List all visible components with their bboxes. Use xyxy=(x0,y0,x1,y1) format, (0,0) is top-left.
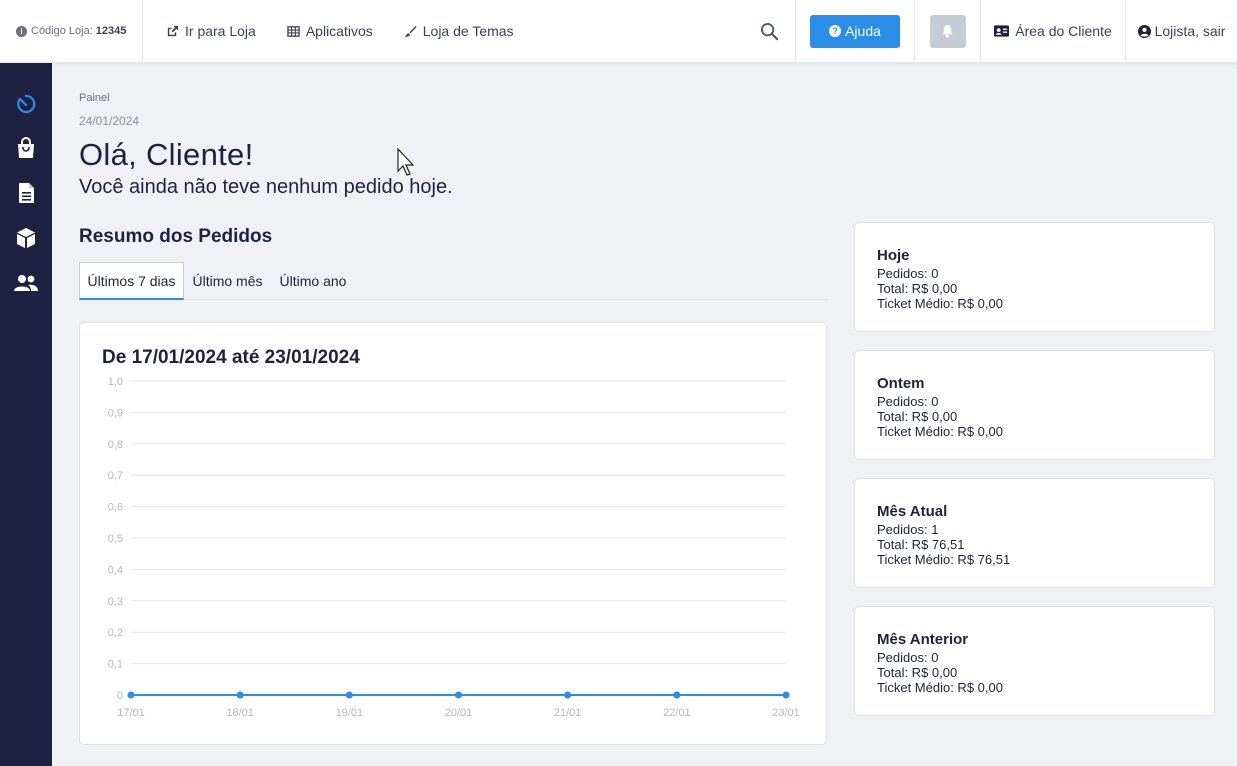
y-tick-label: 0,3 xyxy=(108,596,123,608)
stat-title: Ontem xyxy=(877,375,925,392)
data-point xyxy=(345,691,353,699)
y-tick-label: 0,8 xyxy=(108,439,123,451)
tab-last-month[interactable]: Último mês xyxy=(185,262,270,300)
x-tick-label: 18/01 xyxy=(226,707,254,719)
help-button[interactable]: ? Ajuda xyxy=(810,14,900,48)
orders-summary-title: Resumo dos Pedidos xyxy=(79,226,273,247)
data-point xyxy=(236,691,244,699)
stat-card-today: Hoje Pedidos: 0 Total: R$ 0,00 Ticket Mé… xyxy=(854,222,1215,332)
grid-icon xyxy=(287,25,300,37)
x-tick-label: 17/01 xyxy=(117,707,145,719)
info-icon: i xyxy=(16,25,27,37)
search-button[interactable] xyxy=(744,0,796,62)
id-card-icon xyxy=(994,25,1010,37)
x-tick-label: 22/01 xyxy=(663,707,691,719)
breadcrumb[interactable]: Painel xyxy=(79,92,110,104)
help-cell: ? Ajuda xyxy=(796,0,915,62)
sidebar-item-customers[interactable] xyxy=(13,270,39,296)
data-point xyxy=(564,691,572,699)
stat-total: Total: R$ 0,00 xyxy=(877,281,958,296)
help-button-label: Ajuda xyxy=(845,23,881,39)
box-icon xyxy=(17,228,35,248)
stat-title: Mês Atual xyxy=(877,503,948,520)
y-tick-label: 0,7 xyxy=(108,470,123,482)
stat-title: Hoje xyxy=(877,247,910,264)
document-icon xyxy=(18,183,34,203)
logout-link[interactable]: Lojista, sair xyxy=(1126,0,1237,62)
stat-ticket: Ticket Médio: R$ 0,00 xyxy=(877,680,1003,695)
y-tick-label: 0,9 xyxy=(108,407,123,419)
user-circle-icon xyxy=(1137,24,1151,38)
stat-orders: Pedidos: 0 xyxy=(877,266,939,281)
data-point xyxy=(127,691,135,699)
nav-apps[interactable]: Aplicativos xyxy=(287,23,373,39)
store-code-value: 12345 xyxy=(95,25,127,37)
stat-card-yesterday: Ontem Pedidos: 0 Total: R$ 0,00 Ticket M… xyxy=(854,350,1215,460)
store-code-label: Código Loja: xyxy=(31,25,93,37)
stat-total: Total: R$ 0,00 xyxy=(877,665,958,680)
period-tabs: Últimos 7 dias Último mês Último ano xyxy=(79,262,828,300)
y-tick-label: 0,5 xyxy=(108,533,123,545)
users-icon xyxy=(14,275,38,291)
data-point xyxy=(455,691,462,699)
notifications-button[interactable] xyxy=(929,14,966,48)
dashboard-icon xyxy=(17,94,36,114)
x-tick-label: 19/01 xyxy=(336,707,364,719)
y-tick-label: 0,6 xyxy=(108,502,123,514)
stat-total: Total: R$ 76,51 xyxy=(877,537,965,552)
stat-orders: Pedidos: 1 xyxy=(877,522,939,537)
y-tick-label: 0,2 xyxy=(108,627,123,639)
x-tick-label: 20/01 xyxy=(445,707,473,719)
sidebar-item-orders[interactable] xyxy=(13,135,39,161)
client-area-label: Área do Cliente xyxy=(1015,23,1112,39)
stat-title: Mês Anterior xyxy=(877,631,969,648)
orders-chart: 0 0,1 0,2 0,3 0,4 0,5 0,6 0,7 0,8 0,9 1,0 17/01 18/0… xyxy=(108,376,800,719)
mouse-cursor-icon xyxy=(397,148,415,176)
search-icon xyxy=(760,22,779,40)
current-date: 24/01/2024 xyxy=(79,114,140,128)
sidebar-item-products[interactable] xyxy=(13,225,39,251)
top-bar: i Código Loja: 12345 Ir para Loja Aplica… xyxy=(0,0,1237,63)
y-tick-label: 0,1 xyxy=(108,659,123,671)
stat-ticket: Ticket Médio: R$ 0,00 xyxy=(877,296,1003,311)
tab-last-7-days[interactable]: Últimos 7 dias xyxy=(79,262,184,300)
store-code: i Código Loja: 12345 xyxy=(0,0,143,62)
stat-ticket: Ticket Médio: R$ 76,51 xyxy=(877,552,1011,567)
stat-card-previous-month: Mês Anterior Pedidos: 0 Total: R$ 0,00 T… xyxy=(854,606,1215,716)
top-nav: Ir para Loja Aplicativos Loja de Temas xyxy=(143,0,514,62)
nav-theme-store[interactable]: Loja de Temas xyxy=(404,23,514,39)
y-tick-label: 0,4 xyxy=(108,564,123,576)
x-tick-label: 21/01 xyxy=(554,707,582,719)
data-point xyxy=(782,691,790,699)
stat-orders: Pedidos: 0 xyxy=(877,650,939,665)
greeting-subtitle: Você ainda não teve nenhum pedido hoje. xyxy=(79,176,453,198)
stat-total: Total: R$ 0,00 xyxy=(877,409,958,424)
tab-last-year[interactable]: Último ano xyxy=(273,262,353,300)
logout-label: Lojista, sair xyxy=(1154,23,1226,39)
greeting-title: Olá, Cliente! xyxy=(79,137,254,172)
sidebar-item-dashboard[interactable] xyxy=(13,91,39,117)
nav-apps-label: Aplicativos xyxy=(305,23,373,39)
stat-orders: Pedidos: 0 xyxy=(877,394,939,409)
brush-icon xyxy=(404,25,417,37)
question-icon: ? xyxy=(829,25,842,37)
stat-card-current-month: Mês Atual Pedidos: 1 Total: R$ 76,51 Tic… xyxy=(854,478,1215,588)
orders-chart-card: De 17/01/2024 até 23/01/2024 0 0,1 0,2 0,3 0… xyxy=(79,322,827,745)
nav-go-to-store[interactable]: Ir para Loja xyxy=(166,23,256,39)
shopping-bag-icon xyxy=(18,137,34,158)
sidebar-item-documents[interactable] xyxy=(13,180,39,206)
stat-ticket: Ticket Médio: R$ 0,00 xyxy=(877,424,1003,439)
nav-go-to-store-label: Ir para Loja xyxy=(185,23,256,39)
external-link-icon xyxy=(167,25,179,36)
y-tick-label: 0 xyxy=(117,690,123,702)
x-tick-label: 23/01 xyxy=(772,707,800,719)
y-tick-label: 1,0 xyxy=(108,376,123,388)
top-bar-spacer xyxy=(514,0,744,62)
sidebar xyxy=(0,63,52,766)
client-area-link[interactable]: Área do Cliente xyxy=(981,0,1126,62)
nav-theme-store-label: Loja de Temas xyxy=(422,23,514,39)
data-point xyxy=(673,691,681,699)
notifications-cell xyxy=(915,0,981,62)
bell-icon xyxy=(942,24,953,38)
